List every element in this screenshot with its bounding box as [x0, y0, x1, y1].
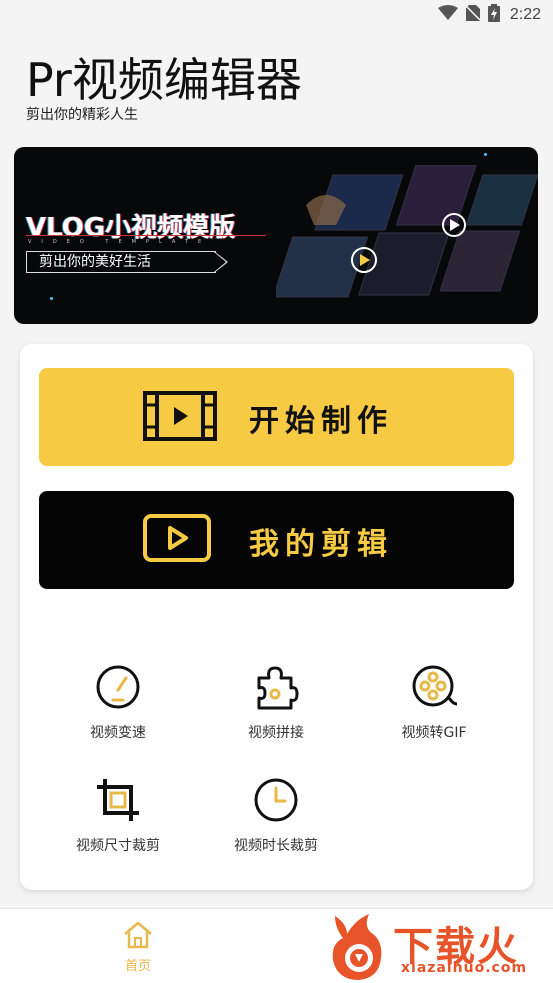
film-play-icon: [142, 390, 218, 446]
tool-video-merge[interactable]: 视频拼接: [216, 664, 336, 742]
start-creating-button[interactable]: 开始制作: [39, 368, 514, 466]
flame-logo-icon: [332, 914, 382, 980]
crop-icon: [97, 779, 139, 821]
nav-home[interactable]: 首页: [114, 921, 162, 974]
tool-label: 视频尺寸裁剪: [76, 838, 160, 854]
tool-video-size-crop[interactable]: 视频尺寸裁剪: [58, 777, 178, 855]
banner-slogan: 剪出你的美好生活: [26, 251, 216, 273]
my-edits-label: 我的剪辑: [249, 527, 393, 562]
tool-video-duration-crop[interactable]: 视频时长裁剪: [216, 777, 336, 855]
wifi-icon: [437, 5, 458, 25]
watermark: 下载火 xiazaihuo.com: [325, 910, 553, 983]
play-box-icon: [142, 513, 212, 567]
film-reel-icon: [412, 665, 457, 707]
tool-video-to-gif[interactable]: 视频转GIF: [374, 664, 494, 742]
banner-divider: [26, 235, 266, 236]
tool-label: 视频转GIF: [401, 725, 467, 741]
battery-charging-icon: [487, 4, 500, 26]
banner-slogan-arrow-inner: [214, 252, 226, 272]
clock-icon: [254, 778, 298, 822]
app-title: Pr视频编辑器: [26, 53, 302, 107]
puzzle-icon: [257, 666, 299, 710]
start-creating-label: 开始制作: [249, 404, 393, 439]
nav-home-label: 首页: [124, 959, 151, 974]
no-sim-icon: [465, 5, 481, 25]
status-bar: 2:22: [0, 0, 553, 30]
my-edits-button[interactable]: 我的剪辑: [39, 491, 514, 589]
banner-template-collage: [276, 165, 538, 298]
banner-sparkle: [50, 297, 53, 300]
promo-banner[interactable]: VLOG小视频模版 VIDEO TEMPLATE 剪出你的美好生活: [14, 147, 538, 324]
speedometer-icon: [96, 665, 140, 709]
watermark-url: xiazaihuo.com: [401, 960, 528, 976]
home-icon: [124, 921, 152, 949]
app-subtitle: 剪出你的精彩人生: [26, 107, 138, 123]
banner-sparkle: [484, 153, 487, 156]
tool-label: 视频变速: [90, 725, 146, 741]
tool-video-speed[interactable]: 视频变速: [58, 664, 178, 742]
status-time: 2:22: [509, 6, 541, 23]
tool-label: 视频时长裁剪: [234, 838, 318, 854]
main-card: 开始制作 我的剪辑 视频变速 视频拼接 视频转GIF 视频尺寸裁剪 视频时长裁剪: [20, 344, 533, 890]
tool-label: 视频拼接: [248, 725, 304, 741]
banner-english-text: VIDEO TEMPLATE: [28, 239, 212, 245]
